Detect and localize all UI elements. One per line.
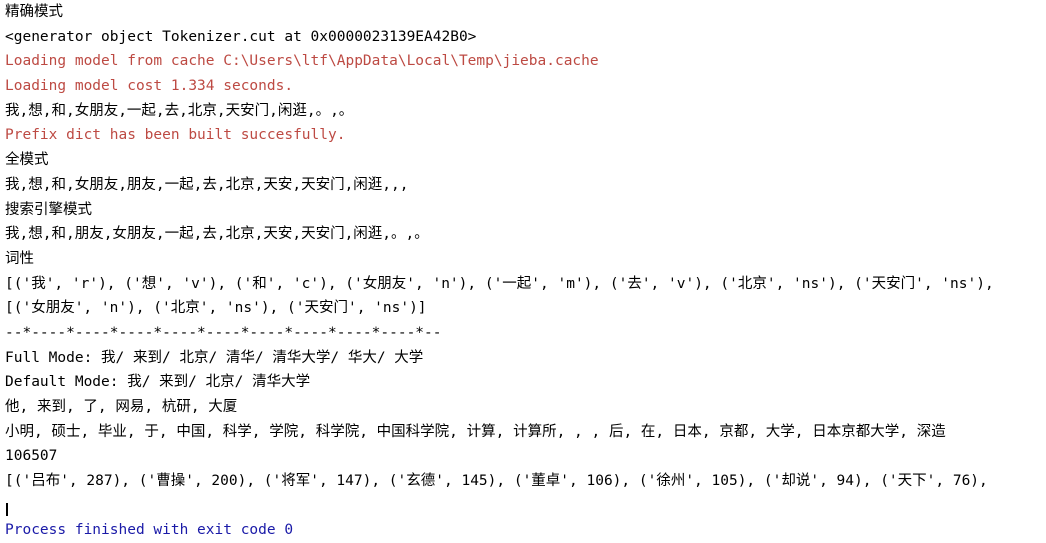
console-line: --*----*----*----*----*----*----*----*--… [5, 324, 442, 341]
console-line: [('我', 'r'), ('想', 'v'), ('和', 'c'), ('女… [5, 275, 994, 292]
console-line: 他, 来到, 了, 网易, 杭研, 大厦 [5, 399, 238, 415]
console-line: 我,想,和,朋友,女朋友,一起,去,北京,天安,天安门,闲逛,。,。 [5, 226, 429, 243]
console-line: Default Mode: 我/ 来到/ 北京/ 清华大学 [5, 374, 311, 391]
console-line: [('女朋友', 'n'), ('北京', 'ns'), ('天安门', 'ns… [5, 300, 427, 317]
console-output-pane[interactable]: 精确模式 <generator object Tokenizer.cut at … [0, 0, 1046, 538]
console-line: Prefix dict has been built succesfully. [5, 127, 346, 144]
console-line: 我,想,和,女朋友,朋友,一起,去,北京,天安,天安门,闲逛,,, [5, 176, 409, 193]
console-line: 106507 [5, 448, 58, 465]
console-line: 小明, 硕士, 毕业, 于, 中国, 科学, 学院, 科学院, 中国科学院, 计… [5, 423, 946, 440]
console-line: 全模式 [5, 152, 49, 169]
text-caret [6, 503, 8, 516]
console-line: Process finished with exit code 0 [5, 522, 294, 539]
console-line: Loading model from cache C:\Users\ltf\Ap… [5, 53, 599, 70]
console-line: 我,想,和,女朋友,一起,去,北京,天安门,闲逛,。,。 [5, 102, 354, 119]
console-line: [('吕布', 287), ('曹操', 200), ('将军', 147), … [5, 473, 988, 490]
console-line: 搜索引擎模式 [5, 201, 92, 218]
console-line: Full Mode: 我/ 来到/ 北京/ 清华/ 清华大学/ 华大/ 大学 [5, 349, 424, 366]
console-line: 词性 [5, 250, 34, 267]
console-line: <generator object Tokenizer.cut at 0x000… [5, 28, 477, 45]
console-line: 精确模式 [5, 4, 63, 20]
console-line: Loading model cost 1.334 seconds. [5, 78, 294, 95]
